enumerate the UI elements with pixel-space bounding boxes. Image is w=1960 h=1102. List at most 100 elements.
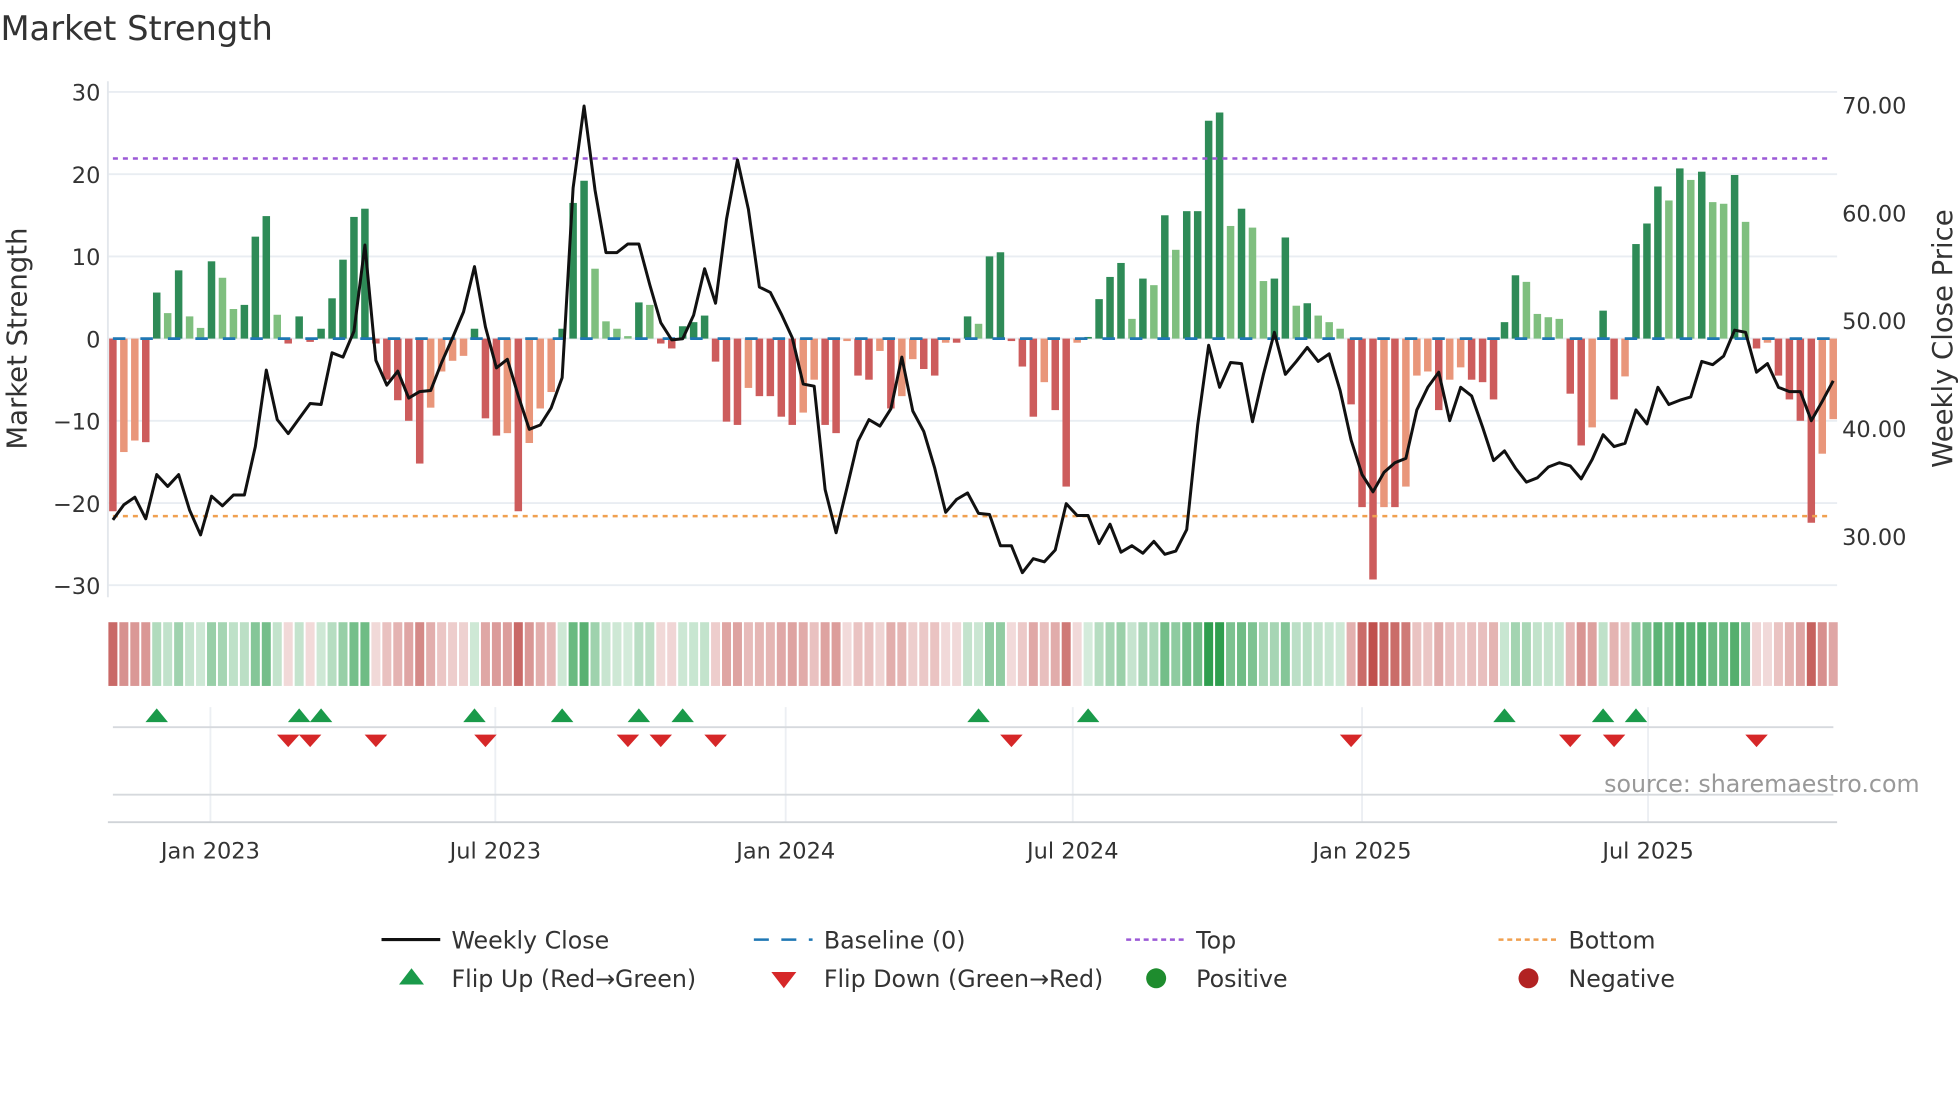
- heatmap-cell: [382, 622, 392, 686]
- strength-bar: [174, 270, 183, 339]
- strength-bar: [810, 338, 818, 380]
- heatmap-cell: [1094, 622, 1104, 686]
- heatmap-cell: [634, 622, 644, 686]
- y2-tick-label: 70.00: [1842, 94, 1906, 120]
- strength-bar: [1424, 338, 1432, 372]
- strength-bar: [394, 338, 402, 401]
- heatmap-cell: [1379, 622, 1389, 686]
- y-tick-label: −20: [53, 492, 100, 518]
- heatmap-cell: [1237, 622, 1247, 686]
- strength-bar: [1325, 322, 1333, 339]
- legend-item-flip_up: Flip Up (Red→Green): [399, 965, 696, 993]
- flip-up-marker: [463, 708, 486, 723]
- heatmap-cell: [448, 622, 458, 686]
- heatmap-cell: [667, 622, 677, 686]
- heatmap-cell: [1028, 622, 1038, 686]
- heatmap-cell: [217, 622, 227, 686]
- heatmap-cell: [776, 622, 786, 686]
- heatmap-cell: [163, 622, 173, 686]
- y2-tick-label: 60.00: [1842, 201, 1906, 227]
- strength-bar: [1676, 168, 1684, 339]
- strength-bar: [876, 338, 884, 351]
- heatmap-cell: [678, 622, 688, 686]
- heatmap-cell: [1708, 622, 1718, 686]
- strength-bars: [109, 112, 1837, 580]
- heatmap-cell: [1554, 622, 1564, 686]
- legend-item-positive: Positive: [1146, 965, 1288, 993]
- flip-up-marker: [309, 708, 333, 723]
- y-tick-label: 0: [86, 327, 100, 353]
- strength-bar: [1708, 202, 1717, 339]
- heatmap-cell: [974, 622, 984, 686]
- heatmap-cell: [1324, 622, 1334, 686]
- strength-bar: [591, 268, 599, 339]
- x-tick-label: Jan 2023: [159, 838, 260, 864]
- heatmap-cell: [1762, 622, 1772, 686]
- strength-bar: [689, 322, 698, 339]
- y-tick-label: 10: [72, 245, 101, 271]
- heatmap-cell: [787, 622, 797, 686]
- flip-up-marker: [145, 708, 168, 723]
- heatmap-cell: [1401, 622, 1411, 686]
- strength-bar: [218, 277, 227, 339]
- heatmap-cell: [546, 622, 556, 686]
- strength-bar: [470, 328, 479, 339]
- heatmap-cell: [1434, 622, 1444, 686]
- x-tick-label: Jan 2025: [1311, 838, 1412, 864]
- heatmap-cell: [1489, 622, 1499, 686]
- legend-label: Positive: [1196, 965, 1287, 993]
- heatmap-cell: [1291, 622, 1301, 686]
- strength-bar: [1336, 328, 1344, 339]
- heatmap-cell: [1741, 622, 1751, 686]
- strength-bar: [459, 338, 468, 356]
- heatmap-cell: [941, 622, 951, 686]
- heatmap-cell: [1543, 622, 1553, 686]
- x-tick-label: Jul 2025: [1600, 838, 1693, 864]
- heatmap-cell: [1346, 622, 1356, 686]
- heatmap-cell: [1664, 622, 1674, 686]
- strength-bar: [426, 338, 435, 408]
- strength-bar: [952, 338, 961, 343]
- strength-bar: [1522, 281, 1531, 339]
- strength-bar: [142, 338, 150, 443]
- heatmap-cell: [174, 622, 184, 686]
- flip-down-marker: [704, 734, 727, 748]
- legend-item-top: Top: [1126, 926, 1236, 954]
- strength-bar: [383, 338, 391, 380]
- heatmap-cell: [415, 622, 425, 686]
- y-tick-label: −30: [53, 574, 100, 600]
- strength-bar: [1829, 338, 1837, 420]
- heatmap-cell: [1335, 622, 1345, 686]
- strength-bar: [920, 338, 928, 370]
- strength-bar: [1478, 338, 1487, 383]
- heatmap-cell: [963, 622, 973, 686]
- heatmap-cell: [1017, 622, 1027, 686]
- strength-bar: [1029, 338, 1038, 417]
- strength-bar: [744, 338, 753, 388]
- strength-bar: [1172, 249, 1180, 339]
- heatmap-cell: [1806, 622, 1816, 686]
- strength-bar: [1654, 186, 1662, 339]
- legend-item-line: Weekly Close: [381, 926, 609, 954]
- strength-bar: [733, 338, 742, 425]
- y-axis-title: Market Strength: [2, 228, 34, 450]
- flip-up-marker: [1624, 708, 1648, 723]
- heatmap-cell: [338, 622, 348, 686]
- strength-bar: [1051, 338, 1059, 411]
- legend-label: Flip Down (Green→Red): [824, 965, 1103, 993]
- strength-bar: [974, 323, 983, 339]
- strength-bar: [1511, 275, 1520, 339]
- legend-dot-icon: [1146, 968, 1167, 989]
- strength-bar: [120, 338, 128, 453]
- heatmap-cell: [568, 622, 578, 686]
- strength-bar: [1588, 338, 1596, 428]
- flip-down-marker: [1745, 734, 1768, 748]
- heatmap-cell: [1478, 622, 1488, 686]
- heatmap-cell: [316, 622, 326, 686]
- strength-bar: [1139, 278, 1147, 339]
- legend-item-flip_down: Flip Down (Green→Red): [771, 965, 1103, 993]
- heatmap-cell: [1576, 622, 1586, 686]
- strength-bar: [240, 304, 249, 339]
- heatmap-cell: [1204, 622, 1214, 686]
- heatmap-cell: [656, 622, 666, 686]
